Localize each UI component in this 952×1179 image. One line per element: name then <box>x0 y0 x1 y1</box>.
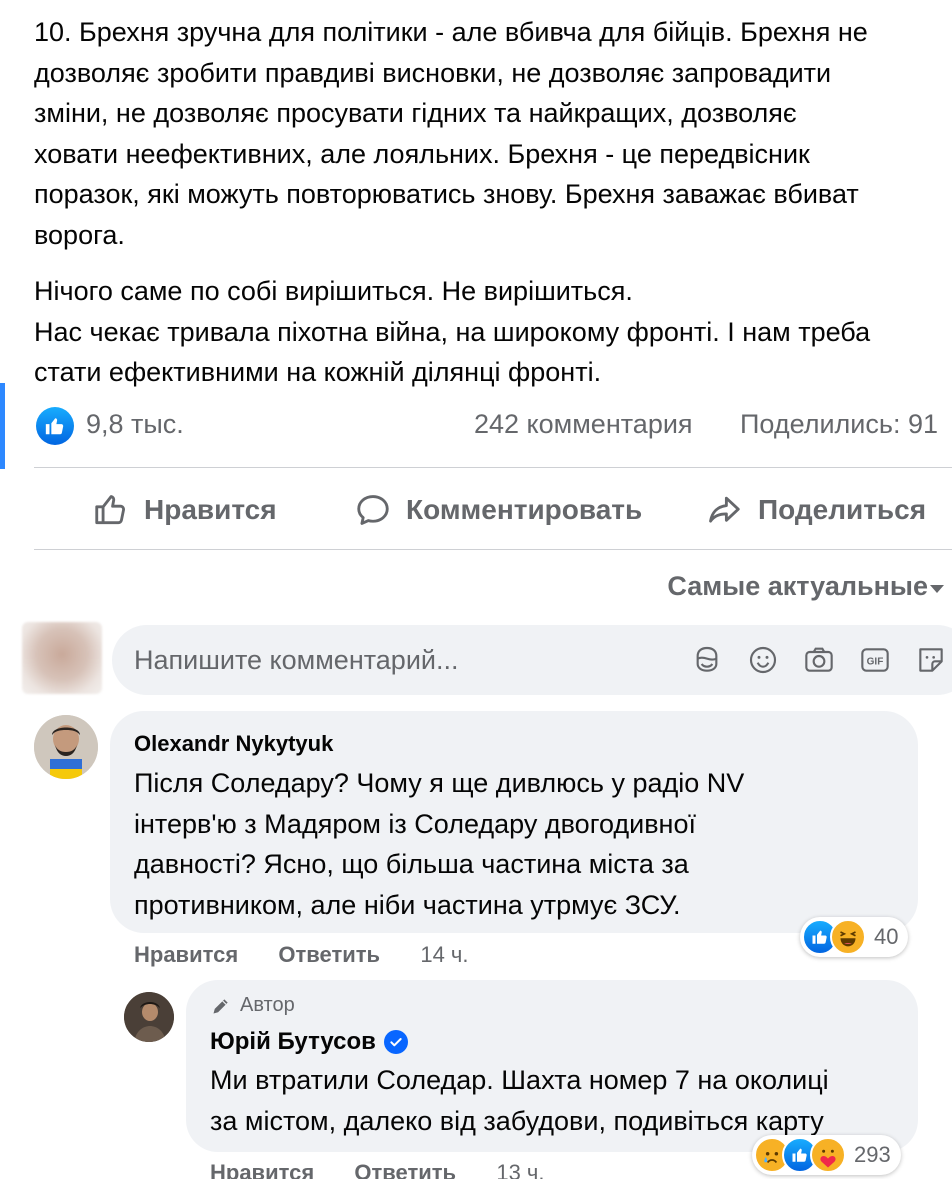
avatar-sticker-icon[interactable] <box>690 642 724 678</box>
divider <box>34 467 952 468</box>
comment-composer: GIF <box>112 625 952 695</box>
comment-line: Ми втратили Соледар. Шахта номер 7 на ок… <box>210 1065 829 1095</box>
like-reaction-icon[interactable] <box>36 407 74 445</box>
post-line: 10. Брехня зручна для політики - але вби… <box>34 17 868 47</box>
post-line: зміни, не дозволяє просувати гідних та н… <box>34 98 797 128</box>
comment-author[interactable]: Юрій Бутусов <box>210 1028 376 1056</box>
comment-sort-dropdown[interactable]: Самые актуальные <box>667 571 944 602</box>
comment-line: інтерв'ю з Мадяром із Соледару двогодивн… <box>134 808 696 839</box>
comment-line: давності? Ясно, що більша частина міста … <box>134 849 689 879</box>
comment-reply-link[interactable]: Ответить <box>278 942 380 967</box>
svg-text:GIF: GIF <box>867 657 884 668</box>
comments-count-link[interactable]: 242 комментария <box>474 409 693 440</box>
post-line: ворога. <box>34 219 125 250</box>
pen-icon <box>213 998 228 1013</box>
reaction-count: 40 <box>874 924 899 949</box>
share-button-label: Поделиться <box>758 494 927 525</box>
post-line: ховати неефективних, але лояльних. Брехн… <box>34 138 810 169</box>
haha-icon <box>830 919 866 955</box>
comment-timestamp[interactable]: 13 ч. <box>496 1160 544 1179</box>
avatar[interactable] <box>34 715 98 779</box>
reply-author-row: Юрій Бутусов <box>210 1028 408 1056</box>
composer-tools: GIF <box>690 642 948 678</box>
share-button[interactable]: Поделиться <box>704 490 926 530</box>
post-line: поразок, які можуть повторюватись знову.… <box>34 179 859 209</box>
verified-badge-icon <box>383 1030 408 1054</box>
chevron-down-icon <box>930 585 944 593</box>
like-button-label: Нравится <box>144 494 277 525</box>
sticker-icon[interactable] <box>914 642 948 678</box>
comment-like-link[interactable]: Нравится <box>134 942 238 967</box>
reaction-summary[interactable]: 40 <box>800 917 909 957</box>
reaction-summary[interactable]: 293 <box>752 1135 901 1175</box>
camera-icon[interactable] <box>802 642 836 678</box>
likes-count[interactable]: 9,8 тыс. <box>86 409 184 440</box>
gif-icon[interactable]: GIF <box>858 642 892 678</box>
comment-meta: Нравится Ответить 14 ч. <box>134 942 469 968</box>
focus-accent-bar <box>0 383 5 469</box>
divider <box>34 549 952 550</box>
comment-reply-link[interactable]: Ответить <box>354 1160 456 1179</box>
comment-input[interactable] <box>134 625 674 695</box>
comment-button-label: Комментировать <box>406 494 643 525</box>
share-arrow-icon <box>709 496 740 523</box>
post-line: Нас чекає тривала піхотна війна, на широ… <box>34 316 871 347</box>
reply-bubble: Автор Юрій Бутусов Ми втратили Соледар. … <box>186 980 918 1152</box>
shares-count-link[interactable]: Поделились: 91 <box>740 409 938 440</box>
comment-timestamp[interactable]: 14 ч. <box>420 942 468 967</box>
post-stats: 9,8 тыс. 242 комментария Поделились: 91 <box>36 405 952 449</box>
thumbs-up-icon <box>95 495 125 525</box>
comment-line: противником, але ніби частина утрмує ЗСУ… <box>134 889 681 920</box>
care-icon <box>810 1137 846 1173</box>
post-body: 10. Брехня зручна для політики - але вби… <box>34 12 952 393</box>
author-badge: Автор <box>210 994 295 1017</box>
sort-label: Самые актуальные <box>667 571 928 601</box>
emoji-icon[interactable] <box>746 642 780 678</box>
reaction-count: 293 <box>854 1142 891 1167</box>
comment-like-link[interactable]: Нравится <box>210 1160 314 1179</box>
post-actions: Нравится Комментировать Поделиться <box>34 470 952 550</box>
avatar[interactable] <box>124 992 174 1042</box>
comment-button[interactable]: Комментировать <box>354 490 642 530</box>
comment-bubble-icon <box>357 495 389 525</box>
post-line: стати ефективними на кожній ділянці фрон… <box>34 357 602 387</box>
comment-line: Після Соледару? Чому я ще дивлюсь у раді… <box>134 768 745 798</box>
like-button[interactable]: Нравится <box>92 490 277 530</box>
comment-text: Після Соледару? Чому я ще дивлюсь у раді… <box>134 763 904 925</box>
comment-meta: Нравится Ответить 13 ч. <box>210 1160 545 1179</box>
comment-author[interactable]: Olexandr Nykytyuk <box>134 731 333 757</box>
post-line: Нічого саме по собі вирішиться. Не виріш… <box>34 276 633 306</box>
comment-bubble: Olexandr Nykytyuk Після Соледару? Чому я… <box>110 711 918 933</box>
avatar[interactable] <box>22 622 102 694</box>
post-line: дозволяє зробити правдиві висновки, не д… <box>34 57 832 88</box>
author-badge-label: Автор <box>240 994 295 1016</box>
comment-text: Ми втратили Соледар. Шахта номер 7 на ок… <box>210 1060 910 1141</box>
